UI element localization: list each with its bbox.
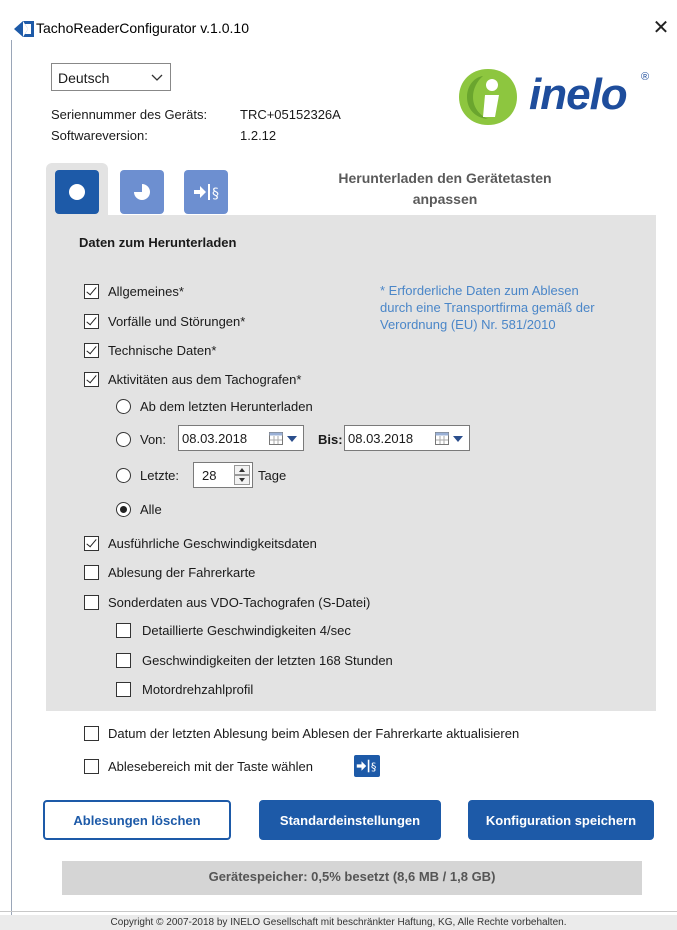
storage-status: Gerätespeicher: 0,5% besetzt (8,6 MB / 1… — [208, 869, 496, 884]
footer-divider — [0, 911, 677, 912]
stepper-up-button[interactable] — [234, 465, 250, 475]
von-dropdown-arrow-icon — [287, 436, 297, 442]
letzte-radio[interactable] — [116, 468, 131, 483]
chevron-down-icon — [151, 74, 163, 81]
logo-registered-mark: ® — [641, 71, 650, 83]
language-select[interactable]: Deutsch — [51, 63, 171, 91]
tab-caption-line2: anpassen — [412, 191, 478, 207]
default-settings-button[interactable]: Standardeinstellungen — [259, 800, 441, 840]
serial-number-value: TRC+05152326A — [240, 107, 341, 122]
von-date-value: 08.03.2018 — [182, 431, 248, 446]
note-line1: * Erforderliche Daten zum Ablesen — [380, 283, 579, 298]
tab-caption-line1: Herunterladen den Gerätetasten — [338, 170, 552, 186]
calendar-icon — [269, 432, 283, 445]
sonderdaten-label: Sonderdaten aus VDO-Tachografen (S-Datei… — [108, 595, 371, 610]
pie-chart-icon — [134, 184, 150, 200]
clear-readings-button[interactable]: Ablesungen löschen — [43, 800, 231, 840]
note-line2: durch eine Transportfirma gemäß der — [380, 300, 595, 315]
arrow-section-icon: § — [194, 184, 219, 202]
software-version-label: Softwareversion: — [51, 128, 148, 143]
geschwindigkeit-label: Ausführliche Geschwindigkeitsdaten — [108, 536, 317, 551]
tab-schedule[interactable] — [120, 170, 164, 214]
since-last-radio[interactable] — [116, 399, 131, 414]
svg-text:§: § — [212, 186, 219, 202]
close-button[interactable]: ✕ — [649, 16, 673, 40]
fahrerkarte-label: Ablesung der Fahrerkarte — [108, 565, 256, 580]
bis-date-value: 08.03.2018 — [348, 431, 414, 446]
calendar-icon — [435, 432, 449, 445]
language-select-value: Deutsch — [58, 70, 110, 86]
required-data-note: * Erforderliche Daten zum Ablesen durch … — [380, 282, 650, 333]
circle-icon — [69, 184, 85, 200]
technische-label: Technische Daten* — [108, 343, 217, 358]
title-bar: TachoReaderConfigurator v.1.0.10 ✕ — [0, 0, 677, 40]
vorfaelle-checkbox[interactable] — [84, 314, 99, 329]
window-left-border — [11, 40, 12, 930]
bis-label: Bis: — [318, 432, 343, 447]
arrow-section-glyph: § — [356, 759, 377, 774]
geschwindigkeit-checkbox[interactable] — [84, 536, 99, 551]
von-date-picker[interactable]: 08.03.2018 — [178, 425, 304, 451]
tab-key-range[interactable]: § — [184, 170, 228, 214]
software-version-value: 1.2.12 — [240, 128, 277, 143]
inelo-logo-mark-icon — [459, 69, 517, 125]
range-key-checkbox[interactable] — [84, 759, 99, 774]
aktivitaeten-label: Aktivitäten aus dem Tachografen* — [108, 372, 302, 387]
tab-caption: Herunterladen den Gerätetasten anpassen — [290, 168, 600, 210]
note-line3: Verordnung (EU) Nr. 581/2010 — [380, 317, 556, 332]
allgemeines-label: Allgemeines* — [108, 284, 184, 299]
vorfaelle-label: Vorfälle und Störungen* — [108, 314, 246, 329]
update-date-label: Datum der letzten Ablesung beim Ablesen … — [108, 726, 520, 741]
sonderdaten-checkbox[interactable] — [84, 595, 99, 610]
detailliert-label: Detaillierte Geschwindigkeiten 4/sec — [142, 623, 351, 638]
detailliert-checkbox[interactable] — [116, 623, 131, 638]
update-date-checkbox[interactable] — [84, 726, 99, 741]
copyright-text: Copyright © 2007-2018 by INELO Gesellsch… — [110, 917, 567, 928]
svg-text:§: § — [371, 761, 377, 774]
alle-label: Alle — [140, 502, 162, 517]
days-stepper[interactable]: 28 — [193, 462, 253, 488]
panel-title: Daten zum Herunterladen — [79, 235, 237, 250]
range-key-label: Ablesebereich mit der Taste wählen — [108, 759, 313, 774]
since-last-label: Ab dem letzten Herunterladen — [140, 399, 313, 414]
tab-download-settings[interactable] — [55, 170, 99, 214]
motordrehzahl-label: Motordrehzahlprofil — [142, 682, 254, 697]
stepper-down-button[interactable] — [234, 475, 250, 485]
allgemeines-checkbox[interactable] — [84, 284, 99, 299]
serial-number-label: Seriennummer des Geräts: — [51, 107, 208, 122]
letzte168-checkbox[interactable] — [116, 653, 131, 668]
stepper-buttons — [234, 465, 250, 485]
von-radio[interactable] — [116, 432, 131, 447]
save-configuration-button[interactable]: Konfiguration speichern — [468, 800, 654, 840]
letzte-label: Letzte: — [140, 468, 180, 483]
motordrehzahl-checkbox[interactable] — [116, 682, 131, 697]
arrow-section-icon: § — [354, 755, 380, 777]
app-logo-icon — [14, 21, 34, 37]
days-stepper-value: 28 — [202, 468, 217, 483]
bis-date-picker[interactable]: 08.03.2018 — [344, 425, 470, 451]
fahrerkarte-checkbox[interactable] — [84, 565, 99, 580]
tage-label: Tage — [258, 468, 287, 483]
alle-radio[interactable] — [116, 502, 131, 517]
von-label: Von: — [140, 432, 167, 447]
aktivitaeten-checkbox[interactable] — [84, 372, 99, 387]
bis-dropdown-arrow-icon — [453, 436, 463, 442]
letzte168-label: Geschwindigkeiten der letzten 168 Stunde… — [142, 653, 393, 668]
technische-checkbox[interactable] — [84, 343, 99, 358]
window-title: TachoReaderConfigurator v.1.0.10 — [36, 20, 249, 36]
logo-text: inelo — [529, 70, 628, 119]
